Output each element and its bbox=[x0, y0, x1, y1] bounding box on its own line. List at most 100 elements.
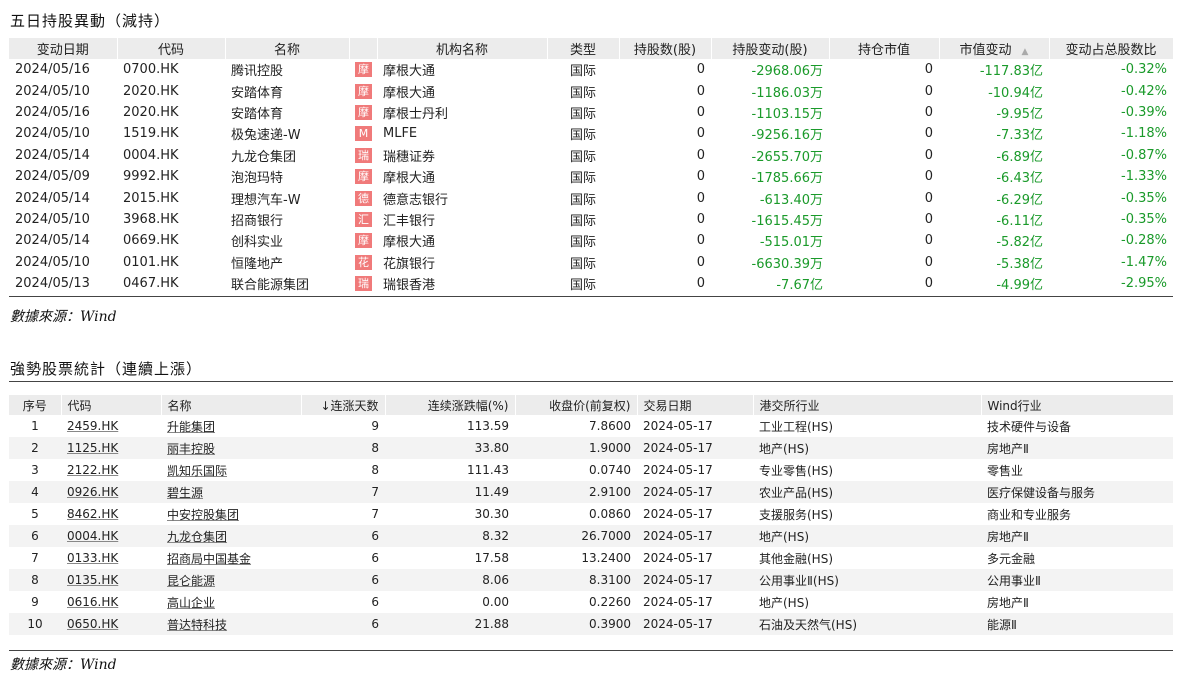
col-header-type[interactable]: 类型 bbox=[547, 38, 620, 59]
table-row[interactable]: 7 0133.HK 招商局中国基金 6 17.58 13.2400 2024-05-17 其他… bbox=[9, 547, 1173, 569]
col-header-value-change[interactable]: 市值变动 ▲ bbox=[939, 38, 1050, 59]
cell-value: 0 bbox=[924, 190, 933, 206]
stock-code-link[interactable]: 0133.HK bbox=[67, 551, 118, 565]
col-header-date[interactable]: 交易日期 bbox=[637, 395, 754, 415]
cell-name: 九龙仓集团 bbox=[231, 149, 297, 165]
cell-name: 招商银行 bbox=[231, 213, 284, 229]
col-header-org[interactable]: 机构名称 bbox=[377, 38, 548, 59]
holdings-change-table: 变动日期 代码 名称 机构名称 类型 持股数(股) 持股变动(股) 持仓市值 市… bbox=[9, 38, 1174, 294]
stock-name-link[interactable]: 招商局中国基金 bbox=[167, 552, 251, 566]
col-header-close[interactable]: 收盘价(前复权) bbox=[515, 395, 638, 415]
table-row[interactable]: 2024/05/09 9992.HK 泡泡玛特 摩摩根大通 国际 0 -1785.66万 0 -… bbox=[9, 166, 1173, 187]
cell-name: 创科实业 bbox=[231, 235, 284, 251]
table-row[interactable]: 4 0926.HK 碧生源 7 11.49 2.9100 2024-05-17 农业产品(HS… bbox=[9, 481, 1173, 503]
col-header-change[interactable]: 持股变动(股) bbox=[711, 38, 830, 59]
stock-name-link[interactable]: 昆仑能源 bbox=[167, 574, 215, 588]
stock-name-link[interactable]: 普达特科技 bbox=[167, 618, 227, 632]
stock-code-link[interactable]: 0650.HK bbox=[67, 617, 118, 631]
table-row[interactable]: 2024/05/10 1519.HK 极兔速递-W M MLFE 国际 0 -9256.16万… bbox=[9, 123, 1173, 144]
stock-name-link[interactable]: 凯知乐国际 bbox=[167, 464, 227, 478]
table-row[interactable]: 2024/05/14 0669.HK 创科实业 摩摩根大通 国际 0 -515.01万 0 -5… bbox=[9, 230, 1173, 251]
table-row[interactable]: 10 0650.HK 普达特科技 6 21.88 0.3900 2024-05-17 石油及天… bbox=[9, 613, 1173, 635]
table-row[interactable]: 1 2459.HK 升能集团 9 113.59 7.8600 2024-05-17 工业工程(… bbox=[9, 415, 1173, 437]
stock-name-link[interactable]: 中安控股集团 bbox=[167, 508, 239, 522]
table-row[interactable]: 5 8462.HK 中安控股集团 7 30.30 0.0860 2024-05-17 支援服务… bbox=[9, 503, 1173, 525]
col-header-pct[interactable]: 连续涨跌幅(%) bbox=[385, 395, 516, 415]
col-header-code[interactable]: 代码 bbox=[61, 395, 162, 415]
cell-type: 国际 bbox=[569, 192, 596, 208]
cell-date: 2024-05-17 bbox=[637, 481, 753, 503]
sort-ascending-icon[interactable]: ▲ bbox=[1022, 47, 1029, 57]
col-header-no[interactable]: 序号 bbox=[9, 395, 62, 415]
stock-name-link[interactable]: 九龙仓集团 bbox=[167, 530, 227, 544]
stock-code-link[interactable]: 0004.HK bbox=[67, 529, 118, 543]
table-row[interactable]: 2024/05/10 0101.HK 恒隆地产 花花旗银行 国际 0 -6630.39万 0 -… bbox=[9, 252, 1173, 273]
stock-code-link[interactable]: 0926.HK bbox=[67, 485, 118, 499]
table-row[interactable]: 9 0616.HK 高山企业 6 0.00 0.2260 2024-05-17 地产(HS) 房… bbox=[9, 591, 1173, 613]
cell-pct: -0.39% bbox=[1121, 104, 1167, 120]
col-header-shares[interactable]: 持股数(股) bbox=[619, 38, 712, 59]
cell-date: 2024/05/13 bbox=[15, 276, 90, 292]
cell-no: 3 bbox=[31, 463, 39, 477]
col-header-name[interactable]: 名称 bbox=[161, 395, 302, 415]
col-header-hkex-industry[interactable]: 港交所行业 bbox=[753, 395, 982, 415]
table-row[interactable]: 8 0135.HK 昆仑能源 6 8.06 8.3100 2024-05-17 公用事业Ⅱ(H… bbox=[9, 569, 1173, 591]
cell-name: 安踏体育 bbox=[231, 106, 284, 122]
stock-code-link[interactable]: 0616.HK bbox=[67, 595, 118, 609]
stock-name-link[interactable]: 高山企业 bbox=[167, 596, 215, 610]
col-header-code[interactable]: 代码 bbox=[117, 38, 226, 59]
cell-shares: 0 bbox=[696, 104, 705, 120]
cell-pct: -1.18% bbox=[1121, 126, 1167, 142]
cell-pct: -0.87% bbox=[1121, 147, 1167, 163]
cell-value: 0 bbox=[924, 147, 933, 163]
stock-code-link[interactable]: 8462.HK bbox=[67, 507, 118, 521]
table-row[interactable]: 2024/05/13 0467.HK 联合能源集团 瑞瑞银香港 国际 0 -7.67亿 0 -4… bbox=[9, 273, 1173, 294]
stock-code-link[interactable]: 1125.HK bbox=[67, 441, 118, 455]
stock-code-link[interactable]: 2459.HK bbox=[67, 419, 118, 433]
cell-code: 0135.HK bbox=[61, 569, 161, 591]
stock-name-link[interactable]: 丽丰控股 bbox=[167, 442, 215, 456]
table-row[interactable]: 3 2122.HK 凯知乐国际 8 111.43 0.0740 2024-05-17 专业零售… bbox=[9, 459, 1173, 481]
stock-name-link[interactable]: 升能集团 bbox=[167, 420, 215, 434]
cell-code: 3968.HK bbox=[123, 211, 179, 227]
stock-code-link[interactable]: 2122.HK bbox=[67, 463, 118, 477]
col-header-wind-industry[interactable]: Wind行业 bbox=[981, 395, 1174, 415]
cell-date: 2024/05/14 bbox=[15, 190, 90, 206]
col-header-value[interactable]: 持仓市值 bbox=[829, 38, 940, 59]
table-row[interactable]: 2024/05/10 2020.HK 安踏体育 摩摩根大通 国际 0 -1186.03万 0 -… bbox=[9, 80, 1173, 101]
cell-no: 8 bbox=[9, 569, 61, 591]
table-row[interactable]: 2024/05/14 2015.HK 理想汽车-W 德德意志银行 国际 0 -613.40万… bbox=[9, 187, 1173, 208]
table-row[interactable]: 6 0004.HK 九龙仓集团 6 8.32 26.7000 2024-05-17 地产(HS… bbox=[9, 525, 1173, 547]
col-header-days[interactable]: ↓连涨天数 bbox=[301, 395, 386, 415]
cell-code: 2015.HK bbox=[123, 190, 179, 206]
cell-type: 国际 bbox=[569, 256, 596, 272]
table-row[interactable]: 2024/05/16 0700.HK 腾讯控股 摩摩根大通 国际 0 -2968.06万 0 -… bbox=[9, 59, 1173, 80]
stock-name-link[interactable]: 碧生源 bbox=[167, 486, 203, 500]
table-row[interactable]: 2024/05/16 2020.HK 安踏体育 摩摩根士丹利 国际 0 -1103.15万 0… bbox=[9, 102, 1173, 123]
cell-hkex-industry: 工业工程(HS) bbox=[759, 419, 834, 434]
table-row[interactable]: 2 1125.HK 丽丰控股 8 33.80 1.9000 2024-05-17 地产(HS)… bbox=[9, 437, 1173, 459]
table-row[interactable]: 2024/05/10 3968.HK 招商银行 汇汇丰银行 国际 0 -1615.45万 0 -… bbox=[9, 209, 1173, 230]
col-header-name[interactable]: 名称 bbox=[225, 38, 350, 59]
cell-badge: 德 bbox=[349, 187, 377, 208]
cell-value-change: -117.83亿 bbox=[979, 64, 1043, 80]
cell-close: 8.3100 bbox=[515, 569, 637, 591]
cell-value-change: -9.95亿 bbox=[996, 106, 1043, 122]
section1-title: 五日持股異動（減持） bbox=[10, 12, 171, 30]
table-row[interactable]: 2024/05/14 0004.HK 九龙仓集团 瑞瑞穗证券 国际 0 -2655.70万 0… bbox=[9, 145, 1173, 166]
org-logo-icon: M bbox=[355, 126, 372, 142]
cell-shares: 0 bbox=[696, 233, 705, 249]
col-header-value-change-label: 市值变动 bbox=[959, 43, 1012, 58]
cell-hkex-industry: 地产(HS) bbox=[759, 595, 810, 610]
cell-date: 2024-05-17 bbox=[637, 613, 753, 635]
org-logo-icon: 摩 bbox=[355, 233, 372, 249]
cell-shares: 0 bbox=[696, 254, 705, 270]
col-header-date[interactable]: 变动日期 bbox=[9, 38, 118, 59]
cell-name: 普达特科技 bbox=[161, 613, 301, 635]
cell-change: -2655.70万 bbox=[751, 149, 823, 165]
col-header-pct[interactable]: 变动占总股数比 bbox=[1049, 38, 1174, 59]
cell-code: 0650.HK bbox=[61, 613, 161, 635]
stock-code-link[interactable]: 0135.HK bbox=[67, 573, 118, 587]
cell-wind-industry: 房地产Ⅱ bbox=[981, 437, 1173, 459]
org-logo-icon: 瑞 bbox=[355, 147, 372, 163]
